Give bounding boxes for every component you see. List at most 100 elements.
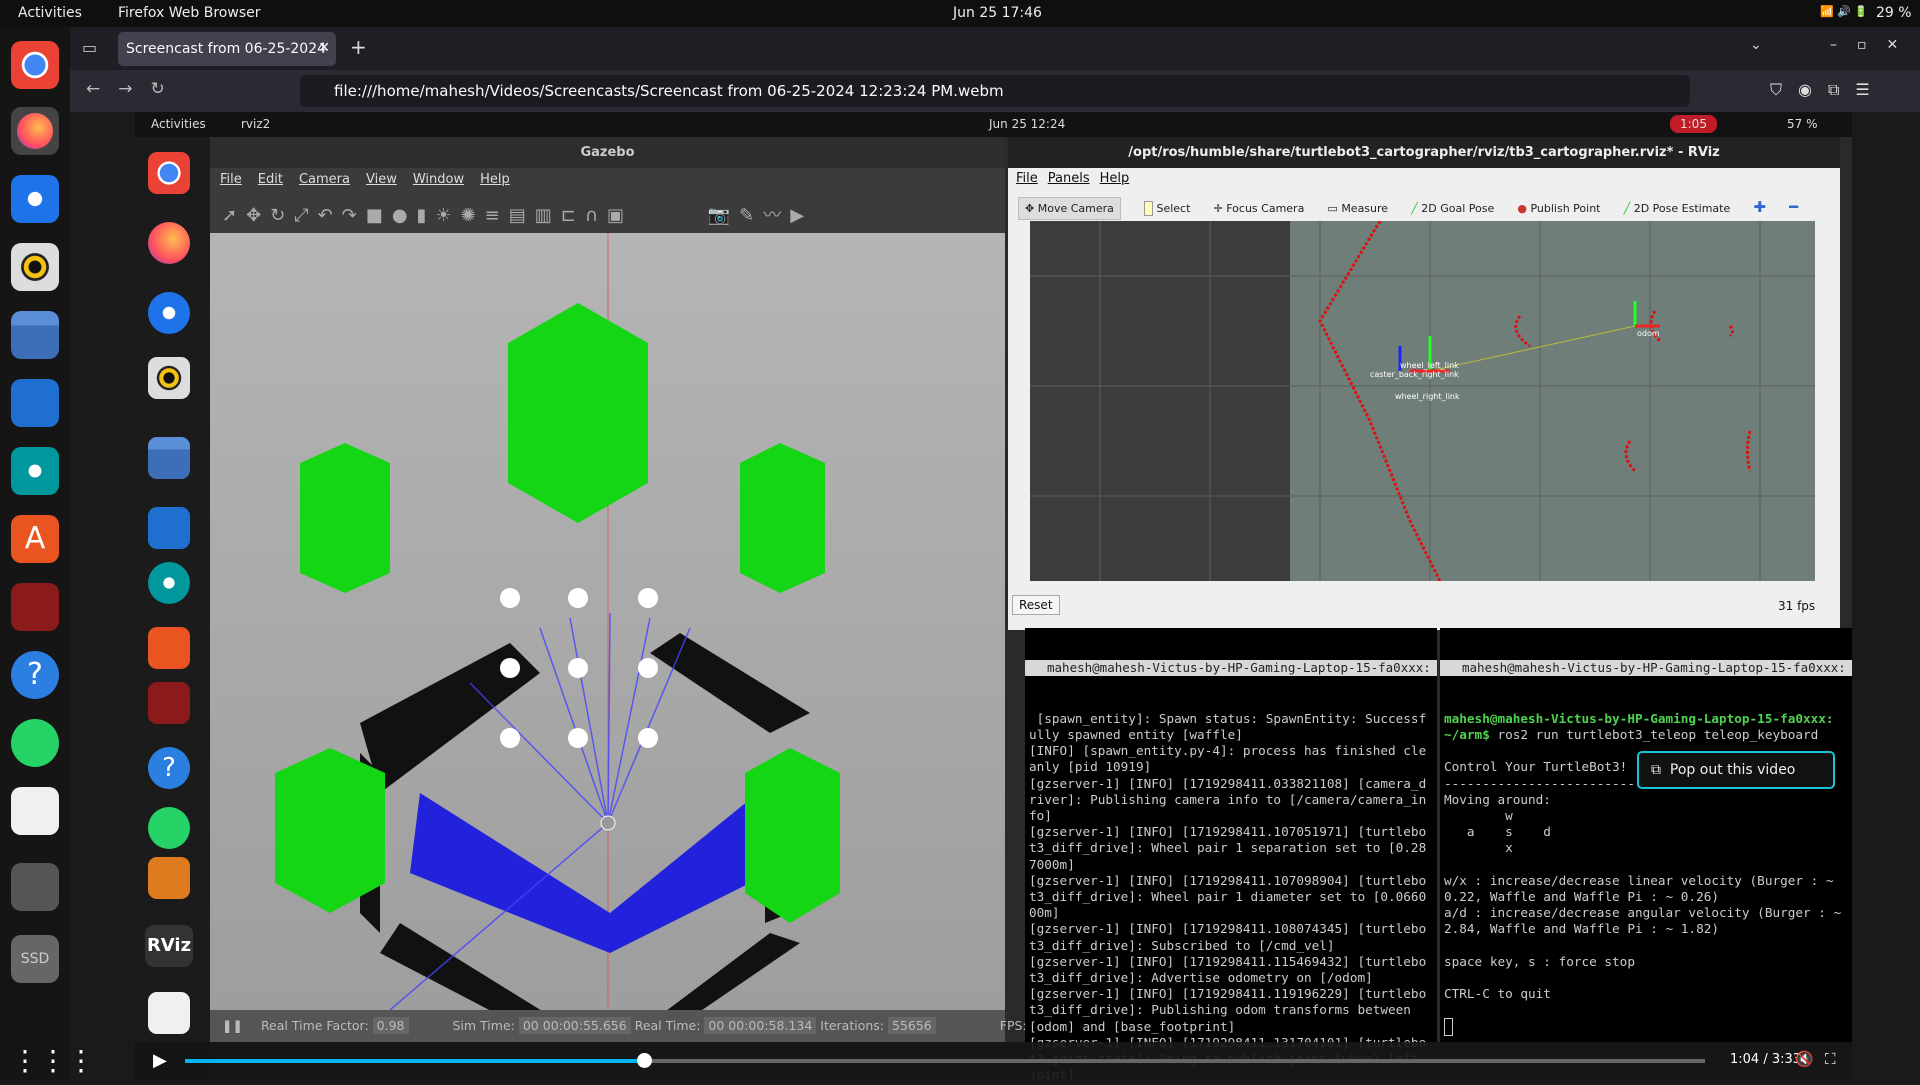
battery-percent: 29 % bbox=[1876, 5, 1912, 21]
rviz-window: /opt/ros/humble/share/turtlebot3_cartogr… bbox=[1008, 137, 1840, 630]
help-icon[interactable]: ? bbox=[11, 651, 59, 699]
tool-focus-camera[interactable]: ✛ Focus Camera bbox=[1214, 202, 1305, 215]
frame-wheel-right: wheel_right_link bbox=[1395, 392, 1460, 401]
whatsapp-icon bbox=[148, 807, 190, 849]
help-icon: ? bbox=[148, 747, 190, 789]
terminal-left-title: mahesh@mahesh-Victus-by-HP-Gaming-Laptop… bbox=[1025, 660, 1437, 677]
frame-caster: caster_back_right_link bbox=[1370, 370, 1459, 379]
text-editor-icon[interactable] bbox=[11, 787, 59, 835]
chrome-icon[interactable] bbox=[11, 41, 59, 89]
fullscreen-icon[interactable]: ⛶ bbox=[1825, 1050, 1836, 1068]
files-icon[interactable] bbox=[11, 311, 59, 359]
arduino-icon[interactable] bbox=[11, 447, 59, 495]
app-icon[interactable] bbox=[11, 583, 59, 631]
mute-icon[interactable]: 🔇 bbox=[1795, 1050, 1814, 1068]
tool-publish-point[interactable]: ● Publish Point bbox=[1517, 202, 1600, 215]
active-app: Firefox Web Browser bbox=[118, 5, 261, 21]
pop-out-label: Pop out this video bbox=[1669, 762, 1796, 778]
pause-icon[interactable]: ❚❚ bbox=[222, 1018, 243, 1033]
pop-out-video-button[interactable]: ⧉ Pop out this video bbox=[1637, 751, 1835, 789]
seek-progress bbox=[185, 1059, 645, 1063]
tool-move-camera[interactable]: ✥ Move Camera bbox=[1018, 197, 1121, 220]
menu-view[interactable]: View bbox=[366, 172, 397, 187]
browser-tab-bar: ▭ Screencast from 06-25-2024 ✕ + ⌄ –▫✕ bbox=[70, 27, 1920, 70]
gazebo-status-bar: ❚❚ Real Time Factor: 0.98 Sim Time: 00 0… bbox=[210, 1010, 1027, 1042]
inner-clock: Jun 25 12:24 bbox=[989, 117, 1066, 131]
tool-2d-pose-estimate[interactable]: ╱ 2D Pose Estimate bbox=[1624, 202, 1731, 215]
real-time-label: Real Time: bbox=[634, 1018, 701, 1033]
thunderbird-icon bbox=[148, 292, 190, 334]
tab-list-icon[interactable]: ▭ bbox=[82, 38, 97, 57]
gazebo-menu: File Edit Camera View Window Help bbox=[210, 168, 1005, 193]
occupancy-map bbox=[1290, 221, 1815, 581]
menu-window[interactable]: Window bbox=[413, 172, 464, 187]
writer-icon[interactable] bbox=[11, 379, 59, 427]
recorded-dock: ? RViz bbox=[135, 137, 210, 1080]
nav-buttons[interactable]: ←→↻ bbox=[86, 79, 183, 99]
text-editor-icon bbox=[148, 992, 190, 1034]
iterations-value: 55656 bbox=[888, 1017, 936, 1034]
remove-tool-icon[interactable]: ━ bbox=[1789, 198, 1798, 216]
thunderbird-icon[interactable] bbox=[11, 175, 59, 223]
writer-icon bbox=[148, 507, 190, 549]
rviz-3d-view[interactable]: odom wheel_left_link caster_back_right_l… bbox=[1030, 221, 1815, 581]
menu-help[interactable]: Help bbox=[480, 172, 510, 187]
seek-bar[interactable] bbox=[185, 1053, 1705, 1068]
real-time-value: 00 00:00:58.134 bbox=[704, 1017, 817, 1034]
show-apps-icon[interactable]: ⋮⋮⋮ bbox=[11, 1037, 95, 1085]
gazebo-3d-view[interactable] bbox=[210, 233, 1005, 1010]
firefox-icon bbox=[148, 222, 190, 264]
tool-measure[interactable]: ▭ Measure bbox=[1327, 202, 1388, 215]
new-tab-icon[interactable]: + bbox=[350, 35, 367, 59]
terminal-left-output: [spawn_entity]: Spawn status: SpawnEntit… bbox=[1029, 710, 1427, 1080]
rhythmbox-icon[interactable] bbox=[11, 243, 59, 291]
menu-camera[interactable]: Camera bbox=[299, 172, 350, 187]
close-tab-icon[interactable]: ✕ bbox=[318, 40, 330, 56]
toolbar-icons[interactable]: ⛉◉⧉☰ bbox=[1770, 80, 1886, 100]
video-time: 1:04 / 3:33 bbox=[1730, 1052, 1802, 1067]
reset-button[interactable]: Reset bbox=[1012, 595, 1060, 615]
url-input[interactable]: file:///home/mahesh/Videos/Screencasts/S… bbox=[300, 75, 1690, 107]
firefox-icon[interactable] bbox=[11, 107, 59, 155]
browser-nav-bar: ←→↻ file:///home/mahesh/Videos/Screencas… bbox=[70, 70, 1920, 112]
clock[interactable]: Jun 25 17:46 bbox=[953, 5, 1042, 21]
rtf-label: Real Time Factor: bbox=[260, 1018, 369, 1033]
rviz-menu: File Panels Help bbox=[1008, 168, 1840, 190]
terminal-right[interactable]: mahesh@mahesh-Victus-by-HP-Gaming-Laptop… bbox=[1440, 628, 1852, 1042]
menu-help[interactable]: Help bbox=[1100, 171, 1130, 186]
seek-handle[interactable] bbox=[637, 1053, 653, 1068]
add-tool-icon[interactable]: ✚ bbox=[1753, 198, 1766, 216]
menu-panels[interactable]: Panels bbox=[1048, 171, 1090, 186]
status-icons[interactable]: 📶 🔊 🔋 bbox=[1820, 5, 1868, 18]
gazebo-toolbar[interactable]: ➚✥↻⤢↶↷■●▮☀✺≡▤▥⊏∩▣ 📷✎〰▶ bbox=[210, 193, 1005, 233]
os-dock: A ? SSD ⋮⋮⋮ bbox=[0, 27, 95, 1080]
shell-command: ros2 run turtlebot3_teleop teleop_keyboa… bbox=[1489, 727, 1819, 743]
ssd-icon[interactable]: SSD bbox=[11, 935, 59, 983]
gazebo-title: Gazebo bbox=[210, 137, 1005, 168]
whatsapp-icon[interactable] bbox=[11, 719, 59, 767]
chevron-down-icon[interactable]: ⌄ bbox=[1750, 37, 1762, 53]
play-icon[interactable]: ▶ bbox=[153, 1050, 167, 1071]
arduino-icon bbox=[148, 562, 190, 604]
drive-icon[interactable] bbox=[11, 863, 59, 911]
app-center-icon[interactable]: A bbox=[11, 515, 59, 563]
recorded-top-bar: Activities rviz2 Jun 25 12:24 1:05 57 % bbox=[135, 112, 1852, 137]
gazebo-window: Gazebo File Edit Camera View Window Help ➚✥↻⤢… bbox=[210, 137, 1027, 1042]
app-center-icon bbox=[148, 627, 190, 669]
menu-edit[interactable]: Edit bbox=[258, 172, 283, 187]
tab-screencast[interactable]: Screencast from 06-25-2024 ✕ bbox=[118, 32, 336, 66]
inner-activities: Activities bbox=[151, 117, 206, 131]
files-icon bbox=[148, 437, 190, 479]
tool-select[interactable]: Select bbox=[1143, 201, 1190, 216]
terminal-left[interactable]: mahesh@mahesh-Victus-by-HP-Gaming-Laptop… bbox=[1025, 628, 1437, 1080]
frame-odom: odom bbox=[1637, 329, 1660, 338]
rtf-value: 0.98 bbox=[372, 1017, 409, 1034]
tool-2d-goal-pose[interactable]: ╱ 2D Goal Pose bbox=[1411, 202, 1494, 215]
window-controls[interactable]: –▫✕ bbox=[1830, 37, 1918, 53]
video-player[interactable]: Activities rviz2 Jun 25 12:24 1:05 57 % … bbox=[135, 112, 1852, 1080]
menu-file[interactable]: File bbox=[220, 172, 242, 187]
os-top-bar: Activities Firefox Web Browser Jun 25 17… bbox=[0, 0, 1920, 27]
ros-icon bbox=[148, 857, 190, 899]
activities-button[interactable]: Activities bbox=[18, 5, 82, 21]
menu-file[interactable]: File bbox=[1016, 171, 1038, 186]
